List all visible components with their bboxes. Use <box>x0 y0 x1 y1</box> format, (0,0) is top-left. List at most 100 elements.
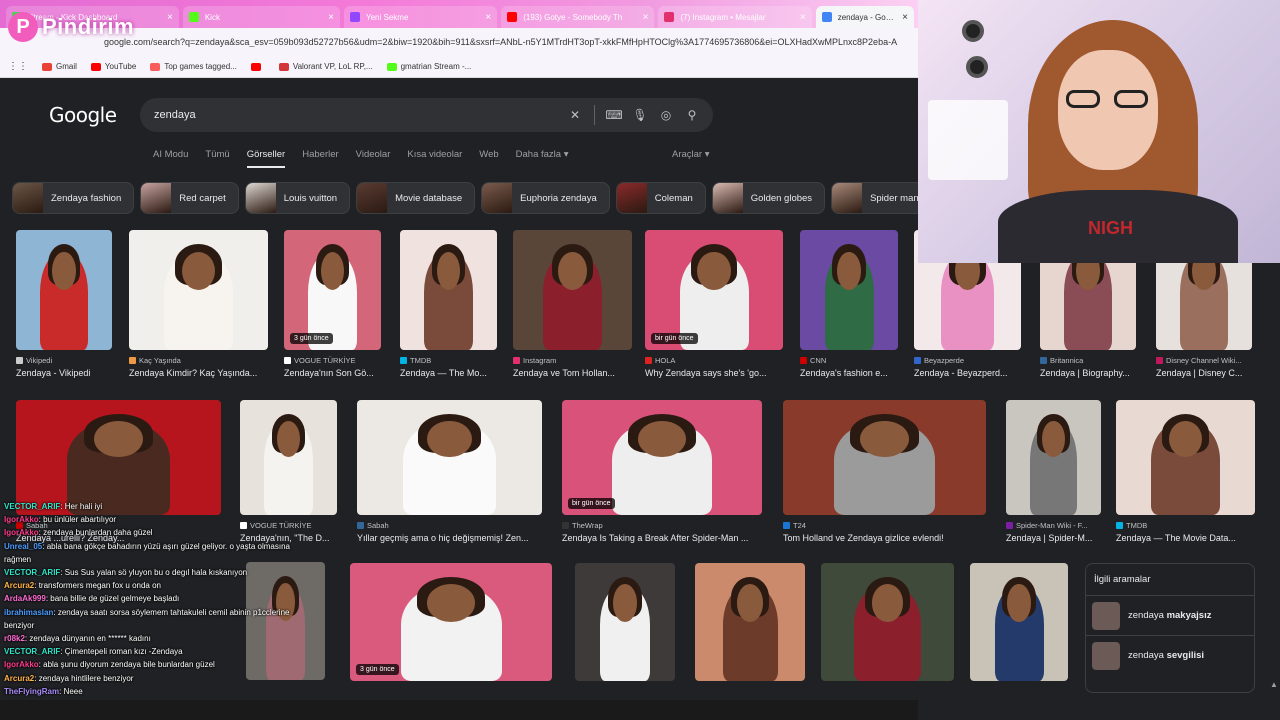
tools-button[interactable]: Araçlar ▾ <box>672 149 710 160</box>
address-bar[interactable]: google.com/search?q=zendaya&sca_esv=059b… <box>104 37 904 47</box>
result-thumbnail[interactable] <box>240 400 337 515</box>
bookmark-item[interactable]: Valorant VP, LoL RP,... <box>278 62 373 71</box>
search-tab[interactable]: Haberler <box>302 149 338 168</box>
result-title[interactable]: Zendaya's fashion e... <box>800 368 898 378</box>
result-thumbnail[interactable] <box>400 230 497 350</box>
result-title[interactable]: Tom Holland ve Zendaya gizlice evlendi! <box>783 533 986 543</box>
image-result[interactable] <box>821 563 954 681</box>
result-title[interactable]: Zendaya Is Taking a Break After Spider-M… <box>562 533 762 543</box>
result-title[interactable]: Zendaya | Biography... <box>1040 368 1136 378</box>
chat-username[interactable]: ibrahimaslan <box>4 608 53 617</box>
scroll-up-icon[interactable]: ▲ <box>1270 680 1278 689</box>
chat-username[interactable]: TheFlyingRam <box>4 687 59 696</box>
bookmark-item[interactable]: YouTube <box>90 62 136 71</box>
result-title[interactable]: Zendaya — The Mo... <box>400 368 497 378</box>
result-title[interactable]: Yıllar geçmiş ama o hiç değişmemiş! Zen.… <box>357 533 542 543</box>
image-result[interactable]: Vikipedi Zendaya - Vikipedi <box>16 230 112 378</box>
result-title[interactable]: Zendaya — The Movie Data... <box>1116 533 1255 543</box>
search-tab[interactable]: Tümü <box>205 149 229 168</box>
image-result[interactable] <box>575 563 675 681</box>
result-source[interactable]: T24 <box>783 521 986 530</box>
image-result[interactable]: 3 gün önce <box>350 563 552 681</box>
bookmark-item[interactable] <box>250 62 265 71</box>
close-icon[interactable]: × <box>485 12 491 23</box>
result-source[interactable]: Vikipedi <box>16 356 112 365</box>
refinement-chip[interactable]: Golden globes <box>711 182 826 214</box>
image-result[interactable]: T24 Tom Holland ve Zendaya gizlice evlend… <box>783 400 986 543</box>
result-source[interactable]: Sabah <box>357 521 542 530</box>
result-source[interactable]: VOGUE TÜRKİYE <box>284 356 381 365</box>
microphone-icon[interactable]: 🎙 <box>627 108 653 122</box>
search-icon[interactable]: ⚲ <box>679 108 705 122</box>
image-result[interactable]: Sabah Yıllar geçmiş ama o hiç değişmemiş!… <box>357 400 542 543</box>
result-thumbnail[interactable] <box>16 400 221 515</box>
chat-username[interactable]: r08k2 <box>4 634 25 643</box>
clear-icon[interactable]: ✕ <box>562 108 588 122</box>
result-thumbnail[interactable] <box>16 230 112 350</box>
result-thumbnail[interactable] <box>783 400 986 515</box>
browser-tab[interactable]: (7) Instagram • Mesajlar × <box>658 6 812 28</box>
search-tab[interactable]: Daha fazla ▾ <box>516 149 569 168</box>
result-title[interactable]: Zendaya | Spider-M... <box>1006 533 1101 543</box>
result-source[interactable]: TMDB <box>1116 521 1255 530</box>
result-source[interactable]: HOLA <box>645 356 783 365</box>
chat-username[interactable]: IgorAkko <box>4 528 39 537</box>
browser-tab[interactable]: Kick × <box>182 6 340 28</box>
result-thumbnail[interactable] <box>800 230 898 350</box>
chat-username[interactable]: VECTOR_ARIF <box>4 647 60 656</box>
result-source[interactable]: TheWrap <box>562 521 762 530</box>
image-result[interactable]: TMDB Zendaya — The Mo... <box>400 230 497 378</box>
result-thumbnail[interactable] <box>695 563 805 681</box>
chat-username[interactable]: ArdaAk999 <box>4 594 46 603</box>
refinement-chip[interactable]: Spider man <box>831 182 932 214</box>
image-result[interactable]: CNN Zendaya's fashion e... <box>800 230 898 378</box>
keyboard-icon[interactable]: ⌨ <box>601 108 627 122</box>
image-result[interactable] <box>695 563 805 681</box>
result-source[interactable]: TMDB <box>400 356 497 365</box>
chat-username[interactable]: IgorAkko <box>4 660 39 669</box>
refinement-chip[interactable]: Euphoria zendaya <box>481 182 610 214</box>
result-source[interactable]: CNN <box>800 356 898 365</box>
result-source[interactable]: Instagram <box>513 356 632 365</box>
search-tab[interactable]: Videolar <box>356 149 391 168</box>
result-thumbnail[interactable]: 3 gün önce <box>350 563 552 681</box>
related-search-item[interactable]: zendaya sevgilisi <box>1086 635 1254 675</box>
result-title[interactable]: Zendaya ve Tom Hollan... <box>513 368 632 378</box>
browser-tab[interactable]: (193) Gotye - Somebody Th × <box>501 6 655 28</box>
result-title[interactable]: Zendaya'nın Son Gö... <box>284 368 381 378</box>
image-result[interactable]: Kaç Yaşında Zendaya Kimdir? Kaç Yaşında..… <box>129 230 268 378</box>
search-input[interactable]: zendaya <box>154 109 562 121</box>
result-thumbnail[interactable] <box>357 400 542 515</box>
search-tab[interactable]: AI Modu <box>153 149 188 168</box>
close-icon[interactable]: × <box>800 12 806 23</box>
result-source[interactable]: Britannica <box>1040 356 1136 365</box>
result-thumbnail[interactable] <box>129 230 268 350</box>
result-thumbnail[interactable] <box>513 230 632 350</box>
image-result[interactable] <box>970 563 1068 681</box>
image-result[interactable]: 3 gün önce VOGUE TÜRKİYE Zendaya'nın Son G… <box>284 230 381 378</box>
result-thumbnail[interactable] <box>970 563 1068 681</box>
result-thumbnail[interactable] <box>821 563 954 681</box>
related-search-item[interactable]: zendaya makyajsız <box>1086 595 1254 635</box>
image-result[interactable]: Spider-Man Wiki - F... Zendaya | Spider-M… <box>1006 400 1101 543</box>
search-box[interactable]: zendaya ✕ ⌨ 🎙 ◎ ⚲ <box>140 98 713 132</box>
browser-tab[interactable]: zendaya - Google'da A × <box>815 6 915 28</box>
chat-username[interactable]: Arcura2 <box>4 674 34 683</box>
result-title[interactable]: Zendaya Kimdir? Kaç Yaşında... <box>129 368 268 378</box>
result-thumbnail[interactable] <box>575 563 675 681</box>
google-logo[interactable]: Google <box>49 103 117 127</box>
close-icon[interactable]: × <box>167 12 173 23</box>
search-tab[interactable]: Kısa videolar <box>407 149 462 168</box>
result-thumbnail[interactable]: bir gün önce <box>562 400 762 515</box>
image-result[interactable]: Instagram Zendaya ve Tom Hollan... <box>513 230 632 378</box>
refinement-chip[interactable]: Louis vuitton <box>244 182 351 214</box>
close-icon[interactable]: × <box>328 12 334 23</box>
image-result[interactable]: TMDB Zendaya — The Movie Data... <box>1116 400 1255 543</box>
search-tab[interactable]: Web <box>479 149 498 168</box>
result-thumbnail[interactable]: 3 gün önce <box>284 230 381 350</box>
bookmark-item[interactable]: Top games tagged... <box>150 62 237 71</box>
close-icon[interactable]: × <box>902 12 908 23</box>
close-icon[interactable]: × <box>643 12 649 23</box>
image-result[interactable]: bir gün önce TheWrap Zendaya Is Taking a B… <box>562 400 762 543</box>
chat-username[interactable]: VECTOR_ARIF <box>4 502 60 511</box>
